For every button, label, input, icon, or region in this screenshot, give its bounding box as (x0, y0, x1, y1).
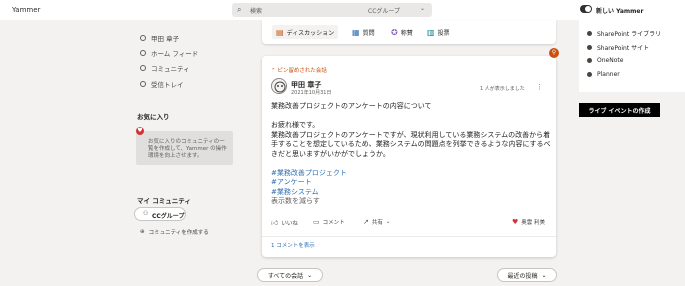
post-title-line: 業務改善プロジェクトのアンケートの内容について (271, 102, 432, 110)
search-scope[interactable]: CCグループ (368, 6, 400, 15)
publisher-bar: ▤ ディスカッション ▦ 質問 ✪ 称賛 ▥ 投票 (262, 20, 556, 44)
community-label: CCグループ (152, 213, 185, 220)
resource-label: OneNote (597, 57, 624, 64)
nav-item-label: 受信トレイ (151, 81, 184, 89)
new-yammer-label: 新しい Yammer (596, 8, 644, 15)
nav-item-label: 甲田 章子 (151, 35, 180, 43)
share-label: 共有 (371, 220, 383, 226)
poll-icon: ▥ (427, 27, 435, 37)
tab-label: 称賛 (400, 29, 413, 37)
discussion-icon: ▤ (276, 27, 284, 37)
liked-by-name: 奥雲 利美 (521, 220, 546, 226)
like-button[interactable]: 👍︎ いいね (271, 218, 298, 227)
tab-question[interactable]: ▦ 質問 (348, 25, 379, 39)
create-live-event-button[interactable]: ライブ イベントの作成 (579, 103, 660, 117)
nav-item-communities[interactable]: コミュニティ (140, 63, 190, 73)
search-input[interactable]: 検索 (250, 6, 262, 15)
onenote-link[interactable]: OneNote (587, 57, 623, 64)
post-body-line: 業務改善プロジェクトのアンケートですが、現状利用している業務システムの改善から着… (271, 130, 551, 158)
tab-label: 質問 (362, 29, 375, 37)
sharepoint-icon (587, 45, 592, 50)
pinned-label: ⌃ ピン留めされた会話 (271, 66, 327, 74)
post-body-line: お疲れ様です。 (271, 121, 320, 129)
tab-discussion[interactable]: ▤ ディスカッション (272, 25, 339, 39)
tab-label: 投票 (437, 29, 450, 37)
show-less-link[interactable]: 表示数を減らす (271, 197, 551, 207)
liked-by[interactable]: ♥ 奥雲 利美 (512, 218, 545, 226)
add-icon: ⊕ (140, 229, 145, 235)
all-conversations-dropdown[interactable]: すべての会話 ⌄ (257, 268, 323, 282)
onenote-icon (587, 58, 592, 63)
chevron-down-icon: ⌄ (307, 271, 313, 279)
seen-by-count[interactable]: 1 人が表示しました (480, 85, 525, 92)
resources-panel: SharePoint ライブラリ SharePoint サイト OneNote … (579, 20, 685, 92)
more-options-icon[interactable]: ⋮ (536, 83, 543, 91)
like-label: いいね (281, 220, 298, 227)
question-icon: ▦ (352, 27, 360, 37)
comment-label: コメント (322, 220, 345, 226)
create-community-label: コミュニティを作成する (148, 230, 209, 236)
hashtag-link[interactable]: #業務改善プロジェクト (271, 169, 551, 179)
pinned-post-card: ⌃ ピン留めされた会話 甲田 章子 2021年10月31日 1 人が表示しました… (262, 56, 556, 257)
pin-icon[interactable]: ⚲ (549, 48, 559, 58)
praise-icon: ✪ (391, 27, 398, 37)
resource-label: SharePoint サイト (597, 45, 650, 52)
post-date[interactable]: 2021年10月31日 (291, 89, 331, 96)
chevron-down-icon: ⌄ (385, 219, 391, 225)
post-actions: 👍︎ いいね ▭ コメント ↗ 共有 ⌄ (271, 218, 547, 230)
chevron-down-icon[interactable]: ⌄ (420, 5, 425, 12)
user-icon (140, 35, 146, 41)
community-item-cc-group[interactable]: ⚇ CCグループ (134, 207, 186, 221)
pinned-label-text: ピン留めされた会話 (277, 68, 327, 74)
top-bar: Yammer ⌕ 検索 CCグループ ⌄ 新しい Yammer (0, 0, 685, 20)
app-brand[interactable]: Yammer (12, 6, 40, 14)
avatar[interactable] (271, 78, 287, 94)
share-button[interactable]: ↗ 共有 ⌄ (363, 218, 391, 226)
comment-button[interactable]: ▭ コメント (313, 218, 345, 226)
favorites-heading: お気に入り (137, 113, 170, 121)
tab-praise[interactable]: ✪ 称賛 (387, 25, 417, 39)
inbox-icon (140, 81, 146, 87)
my-communities-heading: マイ コミュニティ (137, 197, 191, 205)
recent-posts-label: 最近の投稿 (507, 272, 538, 280)
show-comments-link[interactable]: 1 コメントを表示 (271, 241, 315, 249)
post-body: 業務改善プロジェクトのアンケートの内容について お疲れ様です。 業務改善プロジェ… (271, 102, 551, 207)
nav-item-home-feed[interactable]: ホーム フィード (140, 48, 198, 58)
tab-label: ディスカッション (286, 29, 335, 37)
sharepoint-icon (587, 31, 592, 36)
sharepoint-site-link[interactable]: SharePoint サイト (587, 43, 649, 52)
thumbs-up-icon: 👍︎ (271, 219, 279, 227)
sharepoint-library-link[interactable]: SharePoint ライブラリ (587, 29, 661, 38)
comment-icon: ▭ (313, 218, 320, 226)
heart-icon: ♥ (512, 218, 519, 226)
search-icon: ⌕ (237, 5, 242, 14)
recent-posts-dropdown[interactable]: 最近の投稿 ⌄ (497, 268, 557, 282)
hashtag-link[interactable]: #業務システム (271, 188, 551, 198)
group-icon: ⚇ (143, 210, 149, 217)
hashtag-link[interactable]: #アンケート (271, 178, 551, 188)
create-community-link[interactable]: ⊕ コミュニティを作成する (140, 228, 209, 236)
resource-label: SharePoint ライブラリ (597, 31, 662, 38)
avatar-image (272, 79, 286, 93)
nav-item-inbox[interactable]: 受信トレイ (140, 79, 184, 89)
favorites-hint-box: お気に入りのコミュニティの一覧を作成して、Yammer の操作環境を向上させます… (136, 131, 233, 165)
new-yammer-toggle[interactable] (580, 5, 592, 13)
home-icon (140, 50, 146, 56)
tab-poll[interactable]: ▥ 投票 (423, 25, 454, 39)
favorites-hint-text: お気に入りのコミュニティの一覧を作成して、Yammer の操作環境を向上させます… (148, 139, 227, 159)
divider (262, 236, 556, 237)
search-box[interactable]: ⌕ 検索 CCグループ ⌄ (232, 3, 432, 17)
nav-item-label: ホーム フィード (151, 50, 199, 58)
all-conversations-label: すべての会話 (267, 272, 304, 280)
planner-icon (587, 72, 592, 77)
nav-item-profile[interactable]: 甲田 章子 (140, 33, 179, 43)
resource-label: Planner (597, 71, 620, 78)
share-icon: ↗ (363, 218, 369, 226)
planner-link[interactable]: Planner (587, 71, 620, 78)
nav-item-label: コミュニティ (151, 65, 190, 73)
community-icon (140, 65, 146, 71)
chevron-down-icon: ⌄ (541, 271, 547, 279)
heart-icon: ♥ (136, 127, 144, 135)
